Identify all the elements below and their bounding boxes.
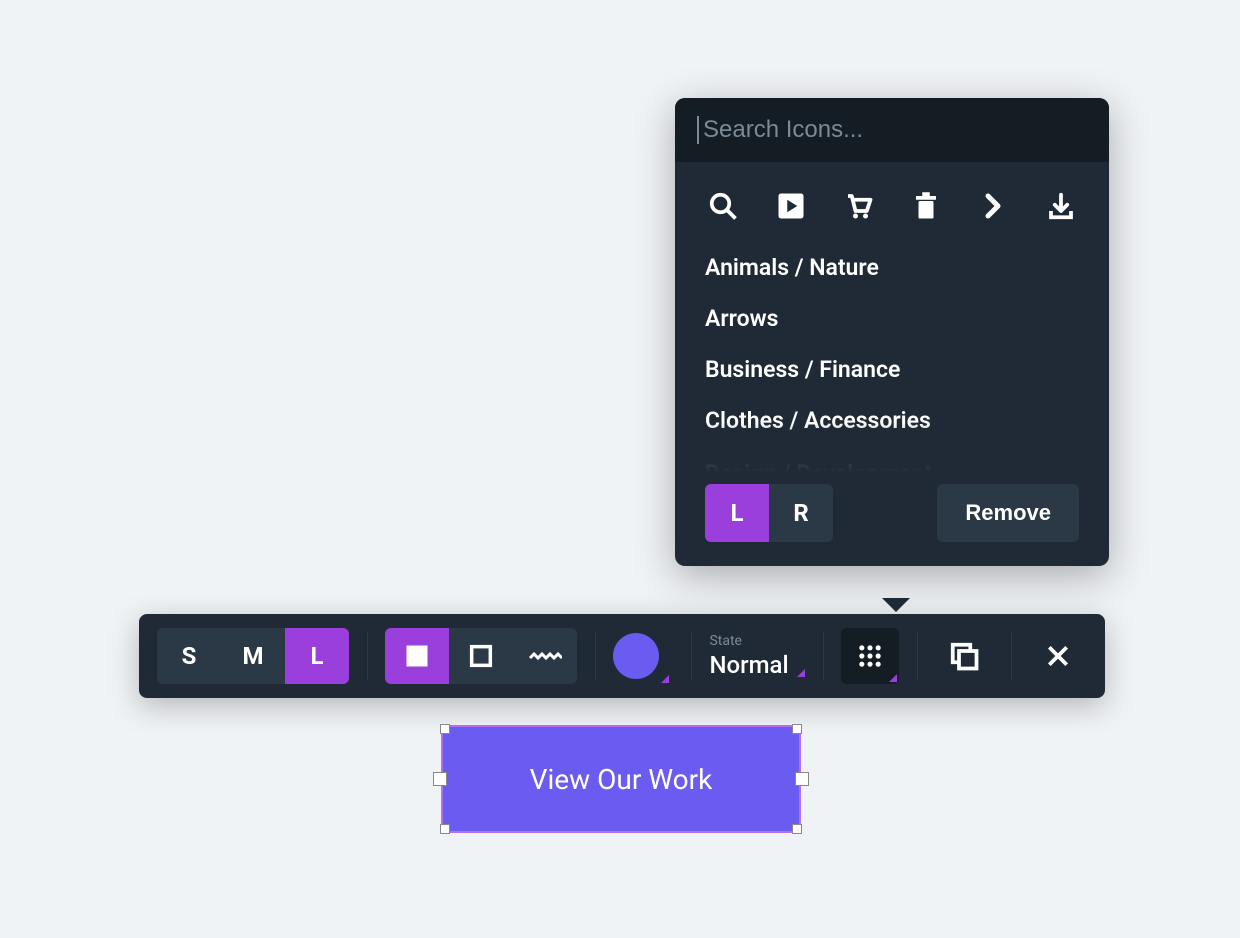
category-list: Animals / Nature Arrows Business / Finan…	[675, 242, 1109, 472]
duplicate-button[interactable]	[935, 628, 993, 684]
element-toolbar: S M L State Normal	[139, 614, 1105, 698]
size-l[interactable]: L	[285, 628, 349, 684]
quick-icons-row	[675, 162, 1109, 242]
panel-pointer	[882, 598, 910, 612]
cart-icon[interactable]	[840, 188, 876, 224]
selection-corner	[792, 724, 802, 734]
search-icon[interactable]	[705, 188, 741, 224]
button-label: View Our Work	[530, 763, 713, 796]
category-item[interactable]: Arrows	[705, 293, 1079, 344]
category-item[interactable]: Animals / Nature	[705, 242, 1079, 293]
state-label: State	[709, 633, 788, 649]
icon-picker-panel: Animals / Nature Arrows Business / Finan…	[675, 98, 1109, 566]
remove-button[interactable]: Remove	[937, 484, 1079, 542]
resize-handle-left[interactable]	[433, 772, 447, 786]
icon-picker-button[interactable]	[841, 628, 899, 684]
play-icon[interactable]	[773, 188, 809, 224]
fill-underline[interactable]	[513, 628, 577, 684]
selection-corner	[440, 824, 450, 834]
size-m[interactable]: M	[221, 628, 285, 684]
selection-corner	[792, 824, 802, 834]
color-swatch[interactable]	[613, 633, 659, 679]
fill-solid[interactable]	[385, 628, 449, 684]
button-body[interactable]: View Our Work	[441, 725, 801, 833]
close-button[interactable]	[1029, 628, 1087, 684]
category-item[interactable]: Clothes / Accessories	[705, 395, 1079, 446]
icon-side-toggle: L R	[705, 484, 833, 542]
selection-corner	[440, 724, 450, 734]
search-bar	[675, 98, 1109, 162]
selected-button-element[interactable]: View Our Work	[441, 725, 801, 833]
category-item[interactable]: Business / Finance	[705, 344, 1079, 395]
fill-outline[interactable]	[449, 628, 513, 684]
search-input[interactable]	[697, 116, 1087, 144]
download-icon[interactable]	[1043, 188, 1079, 224]
resize-handle-right[interactable]	[795, 772, 809, 786]
size-s[interactable]: S	[157, 628, 221, 684]
state-value: Normal	[709, 651, 788, 679]
state-selector[interactable]: State Normal	[709, 633, 804, 679]
category-item[interactable]: Design / Development	[705, 448, 1079, 472]
size-toggle: S M L	[157, 628, 349, 684]
icon-side-left[interactable]: L	[705, 484, 769, 542]
icon-side-right[interactable]: R	[769, 484, 833, 542]
chevron-right-icon[interactable]	[975, 188, 1011, 224]
trash-icon[interactable]	[908, 188, 944, 224]
fill-style-toggle	[385, 628, 577, 684]
panel-footer: L R Remove	[675, 472, 1109, 566]
